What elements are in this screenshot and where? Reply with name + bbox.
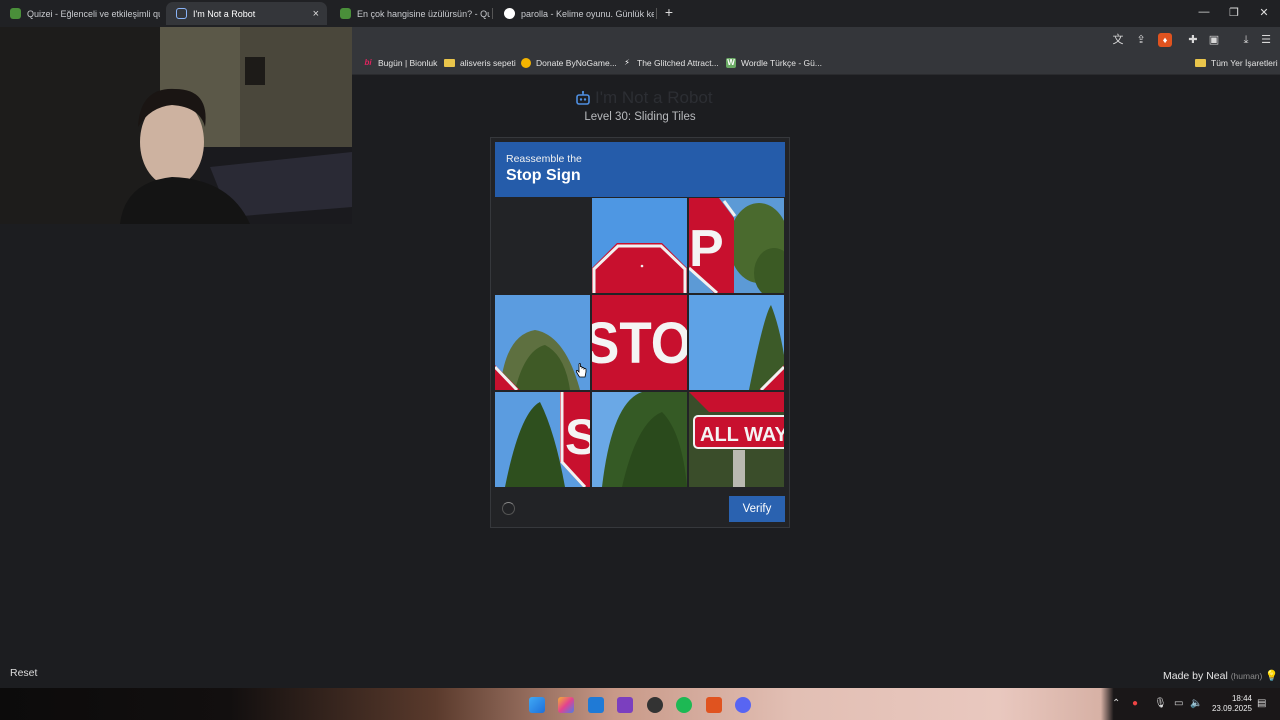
tray-chevron-icon[interactable]: ⌃: [1112, 698, 1120, 709]
stop-sign-p-image: P: [689, 198, 784, 293]
hand-cursor-icon: [575, 363, 587, 378]
download-icon[interactable]: ⤓: [1239, 33, 1253, 47]
page-header: I'm Not a Robot: [575, 88, 713, 108]
tile-letter-p: P: [689, 220, 724, 278]
tile-letters-sto: STO: [592, 311, 687, 376]
tab-quizei-2[interactable]: En çok hangisine üzülürsün? - Quizei: [330, 2, 490, 25]
tab-separator: [656, 8, 657, 19]
page-title: I'm Not a Robot: [595, 88, 713, 107]
lightbulb-icon: 💡: [1265, 670, 1279, 682]
bookmark-bionluk[interactable]: bi Bugün | Bionluk: [363, 57, 437, 69]
copilot-icon[interactable]: [558, 697, 574, 713]
clock-time: 18:44: [1231, 694, 1252, 703]
spotify-icon[interactable]: [676, 697, 692, 713]
restore-button[interactable]: ❐: [1227, 6, 1241, 19]
bookmark-wordle[interactable]: W Wordle Türkçe - Gü...: [726, 57, 822, 69]
instruction-text: Reassemble the: [506, 153, 582, 165]
bynogame-icon: [521, 58, 531, 68]
vscode-icon[interactable]: [588, 697, 604, 713]
new-tab-button[interactable]: +: [662, 4, 676, 20]
discord-icon[interactable]: [735, 697, 751, 713]
notification-icon[interactable]: ▤: [1257, 698, 1266, 709]
trees-image: [592, 392, 687, 487]
close-window-button[interactable]: ✕: [1257, 6, 1271, 19]
stop-sign-sto-image: STO: [592, 295, 687, 390]
all-bookmarks[interactable]: Tüm Yer İşaretleri: [1195, 57, 1278, 69]
robot-icon: [576, 90, 590, 105]
clock-date: 23.09.2025: [1211, 704, 1252, 713]
taskbar-clock[interactable]: 18:44 23.09.2025: [1206, 694, 1252, 714]
stop-sign-s-image: S: [495, 392, 590, 487]
bionluk-icon: bi: [364, 58, 372, 67]
tile-bottom-left[interactable]: S: [495, 392, 590, 487]
credit-author: Made by Neal: [1163, 670, 1228, 682]
tile-middle-right[interactable]: [689, 295, 784, 390]
brave-icon[interactable]: [706, 697, 722, 713]
tile-bottom-center[interactable]: [592, 392, 687, 487]
volume-icon[interactable]: 🔈: [1190, 698, 1202, 709]
tile-bottom-right[interactable]: ALL WAY: [689, 392, 784, 487]
tile-center[interactable]: STO: [592, 295, 687, 390]
microphone-icon[interactable]: 🎙: [1154, 698, 1167, 709]
tab-im-not-a-robot[interactable]: I'm Not a Robot ×: [166, 2, 327, 25]
tile-top-center[interactable]: [592, 198, 687, 293]
minimize-button[interactable]: —: [1197, 6, 1211, 18]
windows-taskbar: [0, 688, 1280, 720]
robot-icon: [176, 8, 187, 19]
level-label: Level 30: Sliding Tiles: [584, 111, 696, 123]
tab-parolla[interactable]: parolla - Kelime oyunu. Günlük kelime: [494, 2, 654, 25]
sidebar-icon[interactable]: ▣: [1207, 33, 1221, 47]
verify-button[interactable]: Verify: [729, 496, 785, 522]
bookmark-bynogame[interactable]: Donate ByNoGame...: [521, 57, 617, 69]
extensions-icon[interactable]: ✚: [1186, 33, 1200, 47]
share-icon[interactable]: ⇪: [1134, 33, 1148, 47]
wordle-icon: W: [726, 58, 736, 68]
tile-top-right[interactable]: P: [689, 198, 784, 293]
folder-icon: [444, 59, 455, 67]
close-tab-icon[interactable]: ×: [313, 8, 319, 20]
empty-tile-slot[interactable]: [495, 198, 590, 293]
glitch-icon: ⚡: [624, 58, 630, 67]
tile-letter-s: S: [565, 409, 590, 465]
webcam-overlay: [0, 27, 352, 224]
menu-icon[interactable]: ☰: [1259, 33, 1273, 47]
target-text: Stop Sign: [506, 167, 581, 184]
tile-grid: P STO S ALL WAY: [495, 198, 785, 488]
loading-spinner-icon: [502, 502, 515, 515]
translate-icon[interactable]: 文: [1111, 33, 1125, 47]
network-icon[interactable]: ▭: [1174, 698, 1183, 709]
tile-text-all-way: ALL WAY: [700, 424, 784, 446]
brave-shield-icon[interactable]: ♦: [1158, 33, 1172, 47]
reset-link[interactable]: Reset: [10, 667, 37, 679]
credit-text: Made by Neal (human) 💡: [1163, 669, 1278, 682]
windows-start-icon[interactable]: [529, 697, 545, 713]
visual-studio-icon[interactable]: [617, 697, 633, 713]
credit-note: (human): [1230, 671, 1263, 681]
captcha-header: Reassemble the Stop Sign: [495, 142, 785, 197]
quizei-icon: [340, 8, 351, 19]
obs-icon[interactable]: [647, 697, 663, 713]
quizei-icon: [10, 8, 21, 19]
folder-icon: [1195, 59, 1206, 67]
sky-corner-image: [689, 295, 784, 390]
webcam-image: [0, 27, 352, 224]
all-way-sign-image: ALL WAY: [689, 392, 784, 487]
tab-separator: [492, 8, 493, 19]
bookmark-glitched[interactable]: ⚡ The Glitched Attract...: [622, 57, 719, 69]
bookmark-alisveris[interactable]: alisveris sepeti: [444, 57, 516, 69]
tab-quizei[interactable]: Quizei - Eğlenceli ve etkileşimli quizle: [0, 2, 160, 25]
tray-app-icon[interactable]: ●: [1132, 698, 1138, 709]
parolla-icon: [504, 8, 515, 19]
stop-sign-top-image: [592, 198, 687, 293]
